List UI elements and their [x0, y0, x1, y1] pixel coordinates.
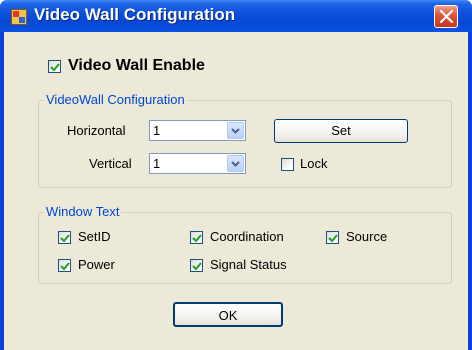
setid-checkbox[interactable] — [58, 231, 71, 244]
horizontal-label: Horizontal — [67, 123, 126, 138]
window-title: Video Wall Configuration — [34, 5, 236, 24]
app-icon — [11, 9, 27, 25]
source-label: Source — [346, 229, 388, 244]
signal-status-checkbox[interactable] — [190, 259, 203, 272]
vertical-label: Vertical — [89, 156, 132, 171]
close-button[interactable] — [434, 5, 458, 28]
vertical-value: 1 — [153, 156, 161, 171]
videowall-config-title: VideoWall Configuration — [44, 92, 187, 107]
horizontal-dropdown-button[interactable] — [227, 122, 244, 139]
dialog-window: Video Wall Configuration Video Wall Enab… — [0, 0, 472, 350]
vertical-dropdown-button[interactable] — [227, 155, 244, 172]
check-icon — [60, 262, 70, 271]
power-checkbox[interactable] — [58, 259, 71, 272]
title-bar[interactable]: Video Wall Configuration — [0, 0, 472, 32]
check-icon — [328, 234, 338, 243]
window-text-title: Window Text — [44, 204, 122, 219]
coordination-label: Coordination — [210, 229, 284, 244]
videowall-config-group — [38, 100, 452, 188]
ok-button[interactable]: OK — [173, 302, 283, 327]
chevron-down-icon — [231, 161, 240, 167]
signal-status-label: Signal Status — [210, 257, 287, 272]
check-icon — [60, 234, 70, 243]
coordination-checkbox[interactable] — [190, 231, 203, 244]
window-text-group — [38, 212, 452, 284]
power-label: Power — [78, 257, 115, 272]
lock-checkbox[interactable] — [281, 158, 294, 171]
vertical-select[interactable]: 1 — [149, 153, 246, 174]
video-wall-enable-label: Video Wall Enable — [68, 57, 205, 74]
horizontal-value: 1 — [153, 123, 161, 138]
horizontal-select[interactable]: 1 — [149, 120, 246, 141]
close-icon — [440, 10, 453, 23]
chevron-down-icon — [231, 128, 240, 134]
check-icon — [192, 262, 202, 271]
set-button[interactable]: Set — [274, 119, 408, 143]
source-checkbox[interactable] — [326, 231, 339, 244]
check-icon — [50, 63, 60, 72]
video-wall-enable-checkbox[interactable] — [48, 60, 61, 73]
dialog-body: Video Wall Enable VideoWall Configuratio… — [4, 32, 468, 350]
lock-label: Lock — [300, 156, 328, 171]
check-icon — [192, 234, 202, 243]
setid-label: SetID — [78, 229, 111, 244]
